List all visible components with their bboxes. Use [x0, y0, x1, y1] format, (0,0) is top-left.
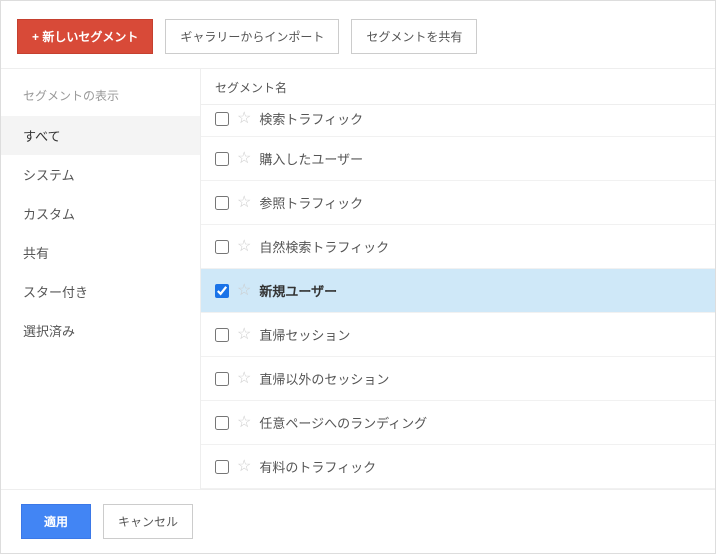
segment-checkbox[interactable] [215, 328, 229, 342]
segment-row[interactable]: ☆ 参照トラフィック [201, 181, 715, 225]
segment-checkbox[interactable] [215, 284, 229, 298]
segment-label: 参照トラフィック [259, 193, 363, 212]
segment-checkbox[interactable] [215, 372, 229, 386]
segment-row[interactable]: ☆ 任意ページへのランディング [201, 401, 715, 445]
segment-label: 直帰以外のセッション [259, 369, 389, 388]
star-icon[interactable]: ☆ [237, 283, 251, 299]
star-icon[interactable]: ☆ [237, 459, 251, 475]
segment-row[interactable]: ☆ 自然検索トラフィック [201, 225, 715, 269]
sidebar-item-0[interactable]: すべて [1, 116, 200, 155]
segment-row[interactable]: ☆ 直帰セッション [201, 313, 715, 357]
segment-checkbox[interactable] [215, 152, 229, 166]
toolbar: + 新しいセグメント ギャラリーからインポート セグメントを共有 [1, 1, 715, 69]
segment-row[interactable]: ☆ 検索トラフィック [201, 105, 715, 137]
segment-label: 任意ページへのランディング [259, 413, 427, 432]
star-icon[interactable]: ☆ [237, 195, 251, 211]
segment-checkbox[interactable] [215, 196, 229, 210]
import-from-gallery-button[interactable]: ギャラリーからインポート [165, 19, 339, 54]
content: セグメントの表示 すべてシステムカスタム共有スター付き選択済み セグメント名 ☆… [1, 69, 715, 489]
sidebar-title: セグメントの表示 [1, 87, 200, 116]
segment-label: 検索トラフィック [259, 109, 363, 128]
sidebar-item-3[interactable]: 共有 [1, 233, 200, 272]
footer: 適用 キャンセル [1, 489, 715, 553]
segment-checkbox[interactable] [215, 240, 229, 254]
apply-button[interactable]: 適用 [21, 504, 91, 539]
segment-label: 新規ユーザー [259, 281, 337, 300]
segment-label: 有料のトラフィック [259, 457, 376, 476]
segment-checkbox[interactable] [215, 460, 229, 474]
star-icon[interactable]: ☆ [237, 371, 251, 387]
sidebar-item-4[interactable]: スター付き [1, 272, 200, 311]
sidebar-item-2[interactable]: カスタム [1, 194, 200, 233]
star-icon[interactable]: ☆ [237, 111, 251, 127]
cancel-button[interactable]: キャンセル [103, 504, 193, 539]
main-panel: セグメント名 ☆ 検索トラフィック ☆ 購入したユーザー ☆ 参照トラフィック ☆ 自然検索ト… [201, 69, 715, 489]
star-icon[interactable]: ☆ [237, 239, 251, 255]
new-segment-button[interactable]: + 新しいセグメント [17, 19, 153, 54]
segment-name-header: セグメント名 [201, 69, 715, 105]
segment-row[interactable]: ☆ 新規ユーザー [201, 269, 715, 313]
sidebar-item-1[interactable]: システム [1, 155, 200, 194]
share-segment-button[interactable]: セグメントを共有 [351, 19, 477, 54]
segment-label: 自然検索トラフィック [259, 237, 389, 256]
star-icon[interactable]: ☆ [237, 327, 251, 343]
sidebar-item-5[interactable]: 選択済み [1, 311, 200, 350]
star-icon[interactable]: ☆ [237, 151, 251, 167]
segment-checkbox[interactable] [215, 112, 229, 126]
star-icon[interactable]: ☆ [237, 415, 251, 431]
segment-label: 購入したユーザー [259, 149, 363, 168]
sidebar: セグメントの表示 すべてシステムカスタム共有スター付き選択済み [1, 69, 201, 489]
segment-checkbox[interactable] [215, 416, 229, 430]
segment-row[interactable]: ☆ 直帰以外のセッション [201, 357, 715, 401]
segment-dialog: + 新しいセグメント ギャラリーからインポート セグメントを共有 セグメントの表… [0, 0, 716, 554]
segment-label: 直帰セッション [259, 325, 350, 344]
segment-row[interactable]: ☆ 購入したユーザー [201, 137, 715, 181]
segment-row[interactable]: ☆ 有料のトラフィック [201, 445, 715, 489]
segment-rows: ☆ 検索トラフィック ☆ 購入したユーザー ☆ 参照トラフィック ☆ 自然検索トラフィック ☆ 新… [201, 105, 715, 489]
